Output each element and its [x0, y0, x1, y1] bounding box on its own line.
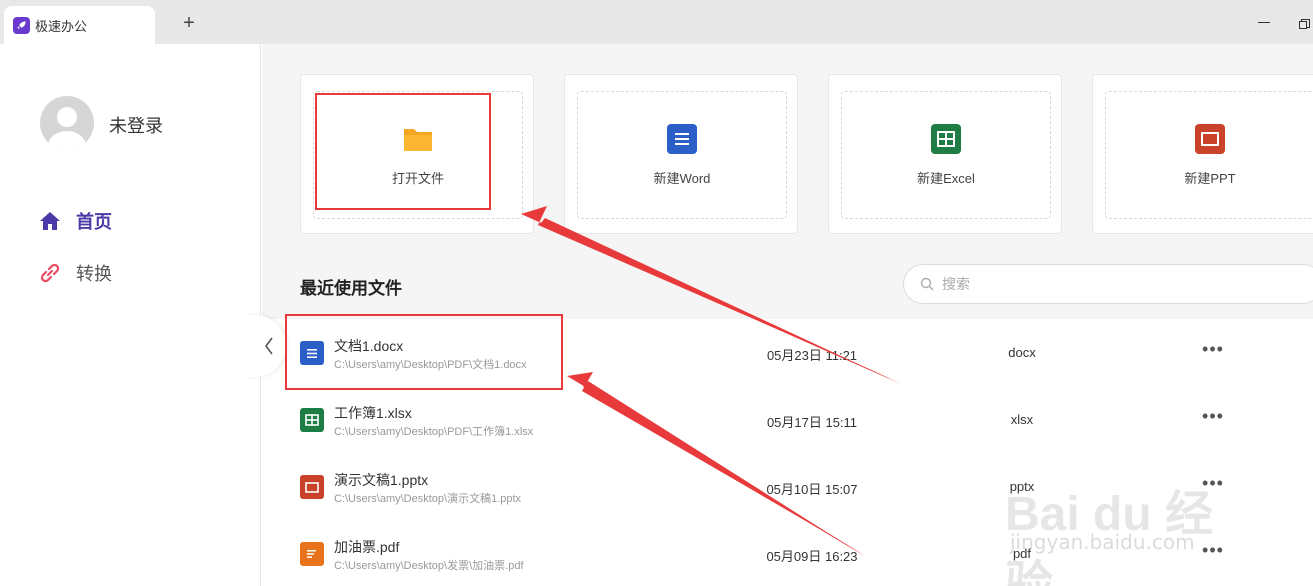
sidebar: 未登录 首页 转换 [0, 44, 261, 586]
new-excel-button[interactable]: 新建Excel [841, 91, 1051, 219]
restore-button[interactable] [1299, 17, 1310, 29]
user-name[interactable]: 未登录 [109, 112, 163, 138]
new-tab-button[interactable]: + [178, 12, 200, 34]
excel-sheet-icon [300, 408, 324, 432]
card-label: 新建PPT [1184, 170, 1236, 186]
search-input[interactable] [942, 276, 1292, 292]
file-date: 05月09日 16:23 [766, 549, 858, 564]
new-word-button[interactable]: 新建Word [577, 91, 787, 219]
sidebar-item-label: 转换 [76, 264, 112, 284]
title-bar: 极速办公 + [0, 0, 1313, 44]
file-date: 05月10日 15:07 [766, 482, 858, 497]
new-ppt-card[interactable]: 新建PPT [1092, 74, 1313, 234]
file-name: 演示文稿1.pptx [334, 472, 429, 488]
file-type: docx [1008, 345, 1036, 360]
annotation-box-open-file [315, 93, 491, 210]
new-ppt-button[interactable]: 新建PPT [1105, 91, 1313, 219]
sidebar-item-convert[interactable]: 转换 [38, 259, 112, 287]
pdf-doc-icon [300, 542, 324, 566]
file-type: xlsx [1010, 412, 1034, 427]
file-path: C:\Users\amy\Desktop\演示文稿1.pptx [334, 493, 522, 505]
recent-files-title: 最近使用文件 [300, 279, 402, 298]
file-path: C:\Users\amy\Desktop\PDF\工作簿1.xlsx [334, 426, 534, 438]
ppt-slide-icon [300, 475, 324, 499]
watermark-url: jingyan.baidu.com [1010, 530, 1195, 554]
file-path: C:\Users\amy\Desktop\发票\加油票.pdf [334, 560, 524, 572]
card-label: 新建Word [653, 170, 711, 186]
watermark: Bai du 经验 jingyan.baidu.com [1005, 440, 1255, 586]
card-label: 新建Excel [917, 170, 975, 186]
ppt-slide-icon [1195, 123, 1225, 154]
home-icon [38, 209, 62, 233]
annotation-box-recent-file [285, 314, 563, 390]
more-options-button[interactable]: ••• [1198, 339, 1228, 363]
more-options-button[interactable]: ••• [1198, 406, 1228, 430]
word-doc-icon [667, 123, 697, 154]
convert-icon [38, 261, 62, 285]
sidebar-item-label: 首页 [76, 212, 112, 232]
tab-title: 极速办公 [35, 18, 88, 34]
rocket-logo-icon [13, 16, 30, 34]
file-date: 05月23日 11:21 [766, 348, 858, 363]
file-name: 加油票.pdf [334, 539, 400, 555]
sidebar-item-home[interactable]: 首页 [38, 207, 112, 235]
avatar[interactable] [40, 96, 94, 150]
search-icon [920, 277, 934, 291]
chevron-left-icon [265, 337, 273, 355]
new-word-card[interactable]: 新建Word [564, 74, 798, 234]
minimize-button[interactable] [1258, 22, 1270, 23]
app-tab[interactable]: 极速办公 [4, 6, 155, 44]
file-name: 工作簿1.xlsx [334, 405, 412, 421]
search-box[interactable] [903, 264, 1313, 304]
new-excel-card[interactable]: 新建Excel [828, 74, 1062, 234]
file-date: 05月17日 15:11 [766, 415, 858, 430]
excel-sheet-icon [931, 123, 961, 154]
